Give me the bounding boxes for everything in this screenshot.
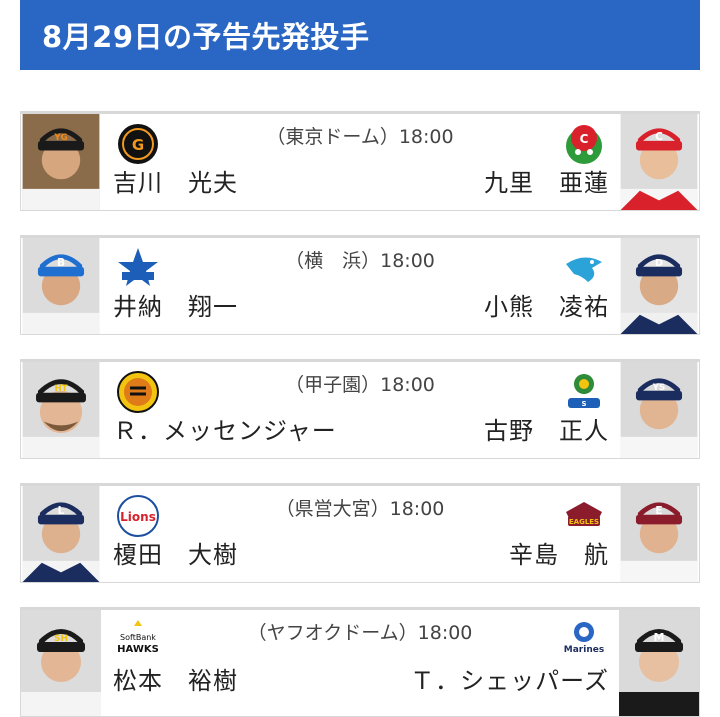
- game-card[interactable]: L Lions （県営大宮）18:00 榎田 大樹 辛島 航 EAGLES E: [20, 483, 700, 583]
- pitcher-name[interactable]: 九里 亜蓮: [484, 163, 609, 198]
- dragons-logo: [562, 246, 606, 290]
- pitcher-photo[interactable]: C: [619, 114, 699, 210]
- svg-text:E: E: [655, 505, 662, 517]
- marines-logo-text: Marines: [564, 645, 604, 655]
- swallows-logo: S: [562, 370, 606, 414]
- svg-text:D: D: [655, 258, 663, 269]
- pitcher-name[interactable]: 榎田 大樹: [113, 535, 238, 570]
- pitcher-photo[interactable]: D: [619, 238, 699, 334]
- pitcher-name[interactable]: 井納 翔一: [113, 287, 238, 322]
- pitcher-name[interactable]: 松本 裕樹: [113, 661, 238, 696]
- svg-text:EAGLES: EAGLES: [569, 518, 599, 526]
- pitcher-photo[interactable]: E: [619, 486, 699, 582]
- svg-text:C: C: [655, 131, 663, 143]
- marines-logo: Marines: [562, 618, 606, 662]
- svg-text:C: C: [580, 132, 589, 146]
- carp-logo: C: [562, 122, 606, 166]
- pitcher-name[interactable]: Ｔ．シェッパーズ: [410, 661, 609, 696]
- pitcher-name[interactable]: 古野 正人: [484, 411, 609, 446]
- game-card[interactable]: YG G （東京ドーム）18:00 吉川 光夫 九里 亜蓮 C C: [20, 111, 700, 211]
- pitcher-photo[interactable]: M: [619, 610, 699, 716]
- page-header: 8月29日の予告先発投手: [20, 0, 700, 70]
- game-card[interactable]: SH SoftBank HAWKS （ヤフオクドーム）18:00 松本 裕樹 Ｔ．…: [20, 607, 700, 717]
- game-card[interactable]: B （横 浜）18:00 井納 翔一 小熊 凌祐 D: [20, 235, 700, 335]
- page-title: 8月29日の予告先発投手: [42, 20, 370, 54]
- pitcher-name[interactable]: 小熊 凌祐: [484, 287, 609, 322]
- pitcher-name[interactable]: 吉川 光夫: [113, 163, 238, 198]
- svg-text:YS: YS: [652, 383, 665, 393]
- game-card[interactable]: HT （甲子園）18:00 Ｒ．メッセンジャー 古野 正人 S YS: [20, 359, 700, 459]
- hawks-logo-text: HAWKS: [117, 644, 159, 655]
- svg-text:M: M: [654, 631, 665, 644]
- pitcher-photo[interactable]: YS: [619, 362, 699, 458]
- svg-text:S: S: [581, 400, 586, 408]
- pitcher-name[interactable]: Ｒ．メッセンジャー: [113, 411, 337, 446]
- pitcher-name[interactable]: 辛島 航: [509, 535, 609, 570]
- eagles-logo: EAGLES: [562, 494, 606, 538]
